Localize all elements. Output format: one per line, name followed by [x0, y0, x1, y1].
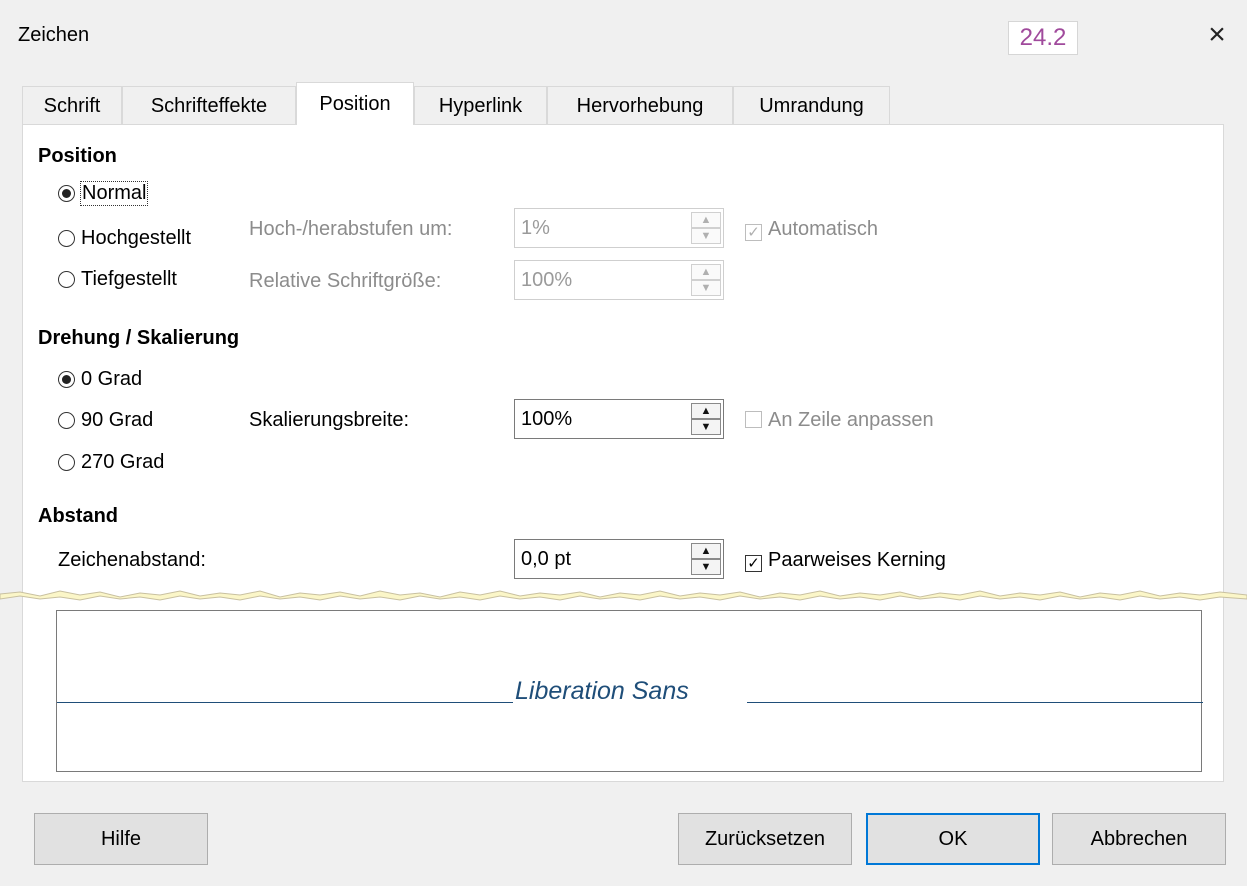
- char-spacing-value: 0,0 pt: [521, 548, 572, 570]
- help-button[interactable]: Hilfe: [34, 813, 208, 865]
- relsize-down-button[interactable]: ▼: [691, 280, 721, 296]
- tab-schrifteffekte[interactable]: Schrifteffekte: [122, 86, 296, 124]
- preview-baseline-right: [747, 702, 1203, 703]
- version-badge: 24.2: [1008, 21, 1078, 55]
- relative-size-label: Relative Schriftgröße:: [249, 270, 442, 292]
- scale-down-button[interactable]: ▼: [691, 419, 721, 435]
- section-rotation-heading: Drehung / Skalierung: [38, 327, 240, 349]
- font-preview: Liberation Sans: [56, 610, 1203, 772]
- radio-0-grad-indicator[interactable]: [58, 371, 75, 388]
- ok-button-label: OK: [938, 828, 968, 850]
- char-spacing-spinbox[interactable]: 0,0 pt ▲ ▼: [514, 539, 724, 579]
- radio-hochgestellt-label: Hochgestellt: [81, 227, 192, 249]
- radio-hochgestellt-indicator[interactable]: [58, 230, 75, 247]
- radio-270-grad-label: 270 Grad: [81, 451, 165, 473]
- scale-width-label: Skalierungsbreite:: [249, 409, 410, 431]
- char-spacing-label: Zeichenabstand:: [58, 549, 206, 571]
- radio-270-grad[interactable]: 270 Grad: [58, 451, 164, 474]
- automatic-check-icon[interactable]: ✓: [745, 224, 762, 241]
- tab-schrift[interactable]: Schrift: [22, 86, 122, 124]
- fit-line-check-icon[interactable]: [745, 411, 762, 428]
- radio-90-grad-label: 90 Grad: [81, 409, 154, 431]
- close-icon[interactable]: ×: [1202, 18, 1232, 52]
- tab-position[interactable]: Position: [296, 82, 414, 125]
- radio-tiefgestellt[interactable]: Tiefgestellt: [58, 268, 177, 291]
- ok-button[interactable]: OK: [866, 813, 1040, 865]
- radio-normal-indicator[interactable]: [58, 185, 75, 202]
- raise-down-button[interactable]: ▼: [691, 228, 721, 244]
- automatic-label: Automatisch: [768, 218, 879, 240]
- raise-lower-value: 1%: [521, 217, 550, 239]
- kerning-label: Paarweises Kerning: [768, 549, 946, 571]
- tab-hyperlink[interactable]: Hyperlink: [414, 86, 547, 124]
- relative-size-spinbox[interactable]: 100% ▲ ▼: [514, 260, 724, 300]
- help-button-label: Hilfe: [100, 828, 141, 850]
- tab-hervorhebung[interactable]: Hervorhebung: [547, 86, 733, 124]
- fit-line-label: An Zeile anpassen: [768, 409, 934, 431]
- radio-tiefgestellt-indicator[interactable]: [58, 271, 75, 288]
- scale-width-value: 100%: [521, 408, 573, 430]
- cancel-button[interactable]: Abbrechen: [1052, 813, 1226, 865]
- radio-0-grad-label: 0 Grad: [81, 368, 143, 390]
- section-spacing-heading: Abstand: [38, 505, 118, 527]
- dialog-title: Zeichen: [18, 24, 90, 46]
- tab-umrandung[interactable]: Umrandung: [733, 86, 890, 124]
- char-spacing-down-button[interactable]: ▼: [691, 559, 721, 575]
- radio-270-grad-indicator[interactable]: [58, 454, 75, 471]
- scale-up-button[interactable]: ▲: [691, 403, 721, 419]
- reset-button[interactable]: Zurücksetzen: [678, 813, 852, 865]
- preview-baseline-left: [57, 702, 513, 703]
- preview-text: Liberation Sans: [515, 677, 689, 705]
- relsize-up-button[interactable]: ▲: [691, 264, 721, 280]
- raise-up-button[interactable]: ▲: [691, 212, 721, 228]
- radio-normal-label: Normal: [79, 181, 149, 206]
- reset-button-label: Zurücksetzen: [704, 828, 826, 850]
- radio-90-grad-indicator[interactable]: [58, 412, 75, 429]
- char-spacing-up-button[interactable]: ▲: [691, 543, 721, 559]
- section-position-heading: Position: [38, 145, 117, 167]
- raise-lower-label: Hoch-/herabstufen um:: [249, 218, 453, 240]
- torn-edge-divider: [0, 590, 1247, 601]
- fit-line-checkbox[interactable]: An Zeile anpassen: [745, 409, 934, 432]
- raise-lower-spinbox[interactable]: 1% ▲ ▼: [514, 208, 724, 248]
- relative-size-value: 100%: [521, 269, 573, 291]
- kerning-checkbox[interactable]: ✓ Paarweises Kerning: [745, 549, 946, 572]
- radio-hochgestellt[interactable]: Hochgestellt: [58, 227, 191, 250]
- radio-0-grad[interactable]: 0 Grad: [58, 368, 142, 391]
- scale-width-spinbox[interactable]: 100% ▲ ▼: [514, 399, 724, 439]
- radio-tiefgestellt-label: Tiefgestellt: [81, 268, 177, 290]
- cancel-button-label: Abbrechen: [1090, 828, 1188, 850]
- radio-normal[interactable]: Normal: [58, 181, 149, 206]
- automatic-checkbox[interactable]: ✓ Automatisch: [745, 218, 878, 241]
- radio-90-grad[interactable]: 90 Grad: [58, 409, 153, 432]
- kerning-check-icon[interactable]: ✓: [745, 555, 762, 572]
